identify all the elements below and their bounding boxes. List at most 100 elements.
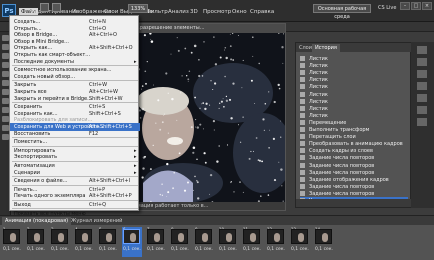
menu-3d[interactable]: 3D [190,9,198,15]
history-panel: Слои История Листик Листик Листик Листик Лис… [295,42,412,208]
tab-animation[interactable]: Анимация (покадровая) [2,217,72,225]
stamp-tool-icon[interactable] [2,98,9,104]
channels-panel-icon[interactable] [417,106,427,114]
frame-thumbnail [219,229,236,244]
animation-frame[interactable]: 70,1 сек. [146,227,166,257]
brush-tool-icon[interactable] [2,89,9,95]
crop-tool-icon[interactable] [2,71,9,77]
menu-analysis[interactable]: Анализ [168,9,189,15]
history-state-icon [300,63,305,69]
animation-frame[interactable]: 90,1 сек. [194,227,214,257]
history-state-label: Задание числа повторов [309,190,375,197]
menu-filter[interactable]: Фильтр [146,9,168,15]
frame-duration[interactable]: 0,1 сек. [219,247,237,252]
eyedropper-tool-icon[interactable] [2,80,9,86]
frame-thumbnail [171,229,188,244]
cs-live-button[interactable]: CS Live [378,5,396,11]
frame-duration[interactable]: 0,1 сек. [75,247,93,252]
animation-frame[interactable]: 60,1 сек. [122,227,142,257]
animation-frame[interactable]: 10,1 сек. [2,227,22,257]
document-status: Анимация работает только в... [123,202,285,210]
frame-duration[interactable]: 0,1 сек. [51,247,69,252]
frame-duration[interactable]: 0,1 сек. [123,247,141,252]
frame-duration[interactable]: 0,1 сек. [171,247,189,252]
history-state-icon [300,105,305,111]
canvas-image[interactable] [123,33,286,204]
history-state-label: Задание числа повторов [309,183,375,190]
file-menu-dropdown: Создать... Ctrl+N Открыть... Ctrl+O Обзор в … [9,15,140,217]
history-state-icon [300,176,305,182]
animation-frame[interactable]: 140,1 сек. [314,227,334,257]
tab-measurement-log[interactable]: Журнал измерений [68,217,125,225]
zoom-level[interactable]: 133% [128,4,148,13]
frame-duration[interactable]: 0,1 сек. [243,247,261,252]
frame-duration[interactable]: 0,1 сек. [291,247,309,252]
history-panel-footer [296,199,412,207]
frame-duration[interactable]: 0,1 сек. [147,247,165,252]
menu-view[interactable]: Просмотр [203,9,231,15]
frame-duration[interactable]: 0,1 сек. [99,247,117,252]
animation-frame[interactable]: 100,1 сек. [218,227,238,257]
masks-panel-icon[interactable] [417,94,427,102]
swatches-panel-icon[interactable] [417,58,427,66]
adjustments-panel-icon[interactable] [417,82,427,90]
move-tool-icon[interactable] [2,35,9,41]
minibridge-icon[interactable] [52,3,61,12]
magic-wand-tool-icon[interactable] [2,62,9,68]
history-state-label: Задание отображения кадров [309,176,389,183]
frame-thumbnail [51,229,68,244]
history-state-label: Преобразовать в анимацию кадров [309,141,403,148]
menu-window[interactable]: Окно [232,9,247,15]
history-state-icon [300,119,305,125]
animation-panel: Анимация (покадровая) Журнал измерений 1… [0,215,434,260]
document-tab[interactable]: ...разрешение элементы... [123,24,285,33]
frame-duration[interactable]: 0,1 сек. [315,247,333,252]
history-state-label: Листик [309,91,328,98]
eraser-tool-icon[interactable] [2,116,9,122]
history-state-label: Листик [309,98,328,105]
animation-frame[interactable]: 50,1 сек. [98,227,118,257]
history-state-icon [300,155,305,161]
animation-frame[interactable]: 40,1 сек. [74,227,94,257]
history-state-icon [300,127,305,132]
close-icon[interactable]: × [422,2,432,10]
history-state-label: Задание числа повторов [309,155,375,162]
gradient-tool-icon[interactable] [2,125,9,131]
frame-thumbnail [267,229,284,244]
animation-frame[interactable]: 130,1 сек. [290,227,310,257]
animation-frame[interactable]: 20,1 сек. [26,227,46,257]
bridge-icon[interactable] [40,3,49,12]
history-state-icon [300,84,305,90]
animation-panel-tabs: Анимация (покадровая) Журнал измерений [0,216,434,225]
animation-frame[interactable]: 30,1 сек. [50,227,70,257]
animation-frame[interactable]: 110,1 сек. [242,227,262,257]
color-panel-icon[interactable] [417,46,427,54]
paths-panel-icon[interactable] [417,118,427,126]
maximize-icon[interactable]: □ [411,2,421,10]
animation-frame[interactable]: 80,1 сек. [170,227,190,257]
frame-duration[interactable]: 0,1 сек. [27,247,45,252]
history-state-label: Выполнить трансформ [309,127,370,133]
lasso-tool-icon[interactable] [2,53,9,59]
history-state-icon [300,190,305,196]
frame-thumbnail [243,229,260,244]
menu-help[interactable]: Справка [250,9,274,15]
tab-history[interactable]: История [312,44,340,52]
styles-panel-icon[interactable] [417,70,427,78]
history-state-label: Задание числа повторов [309,162,375,169]
history-state-label: Перетащить слои [309,134,356,141]
history-state-label: Листик [309,56,328,62]
frame-duration[interactable]: 0,1 сек. [195,247,213,252]
workspace-button[interactable]: Основная рабочая среда [313,4,371,20]
animation-frame[interactable]: 120,1 сек. [266,227,286,257]
history-state-label: Листик [309,84,328,91]
frame-duration[interactable]: 0,1 сек. [267,247,285,252]
history-brush-tool-icon[interactable] [2,107,9,113]
marquee-tool-icon[interactable] [2,44,9,50]
frame-thumbnail [315,229,332,244]
history-state-icon [300,183,305,189]
text-tool-icon[interactable] [2,134,9,140]
frame-duration[interactable]: 0,1 сек. [3,247,21,252]
minimize-icon[interactable]: – [400,2,410,10]
history-state-label: Перемещение [309,119,347,126]
